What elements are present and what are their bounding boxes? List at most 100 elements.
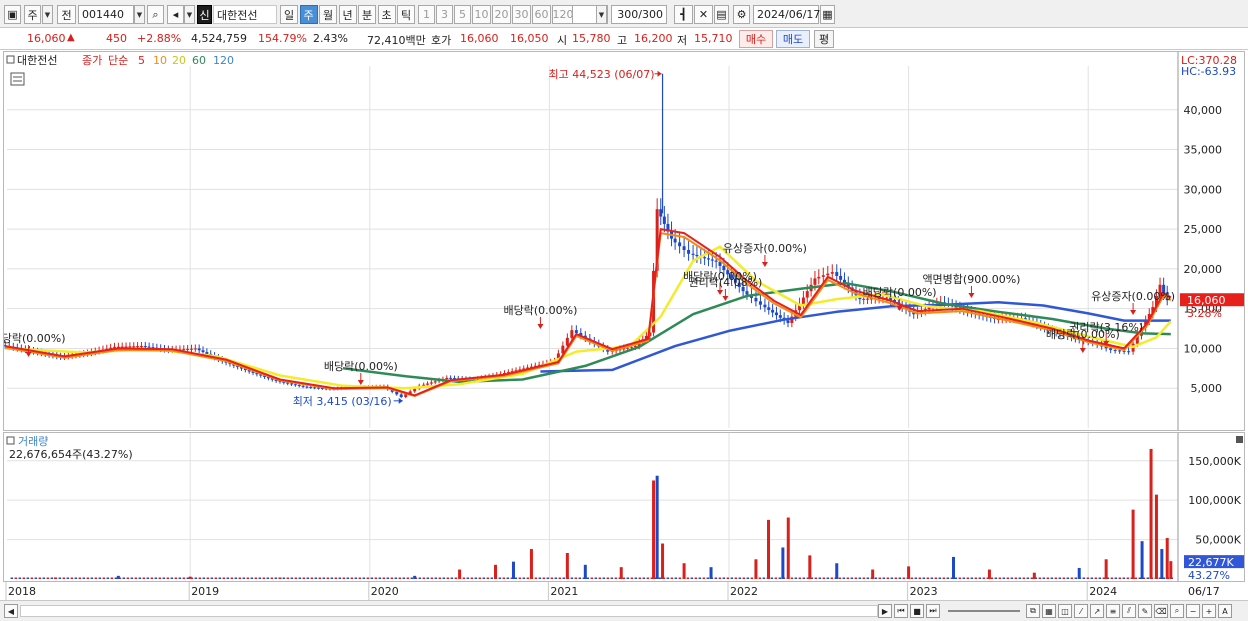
vol-bar [282,577,286,579]
prev-button[interactable]: 전 [57,5,76,24]
candle-body [778,315,782,318]
y-tick-label: 5,000 [1191,382,1223,395]
vol-bar [1030,577,1034,579]
vol-bar [1042,577,1046,579]
vol-bar [390,577,394,579]
stock-code-input[interactable]: 001440 [78,5,134,24]
vol-bar [370,577,374,579]
speaker-dropdown-icon[interactable]: ▼ [184,5,195,24]
window-menu-icon[interactable]: ▣ [4,5,21,24]
channel-tool-icon[interactable]: ⫽ [1122,604,1136,618]
vol-bar [762,577,766,579]
vol-bar [802,577,806,579]
vol-bar [346,577,350,579]
vol-bar [286,577,290,579]
tab-7[interactable]: 틱 [397,5,415,24]
data-count-field[interactable]: 300/300 [611,5,667,24]
vol-bar [274,577,278,579]
vol-bar [874,577,878,579]
interval-5[interactable]: 5 [454,5,471,24]
date-input[interactable]: 2024/06/17 [753,5,820,24]
jump-end-icon[interactable]: ⏭ [926,604,940,618]
fib-tool-icon[interactable]: ≡ [1106,604,1120,618]
scroll-left-icon[interactable]: ◀ [4,604,18,618]
vol-bar [246,577,250,579]
vol-bar [714,577,718,579]
volume-chart[interactable]: 50,000K 100,000K 150,000K 거래량22,676,654주(43… [4,433,1244,582]
vol-bar [694,577,698,579]
vol-y-tick-label: 150,000K [1188,455,1241,468]
price-chart-panel[interactable]: 5,000 10,000 15,000 20,000 25,000 30,000 35,00… [0,51,1245,431]
volume-chart-panel[interactable]: 50,000K 100,000K 150,000K 거래량 22,676,654주(43… [3,432,1245,582]
interval-dropdown-icon[interactable]: ▼ [596,5,607,24]
zoom-slider[interactable] [948,610,1020,612]
event-arrow-head [25,352,32,357]
trend-tool-icon[interactable]: ↗ [1090,604,1104,618]
tab-6[interactable]: 초 [377,5,396,24]
tab-4[interactable]: 년 [338,5,357,24]
line-tool-icon[interactable]: ⁄ [1074,604,1088,618]
tab-3[interactable]: 월 [319,5,337,24]
vol-bar [698,577,702,579]
vol-bar [1070,577,1074,579]
vol-bar [542,577,546,579]
interval-60[interactable]: 60 [532,5,551,24]
eval-button[interactable]: 평 [814,30,834,48]
vol-bar [278,577,282,579]
copy-icon[interactable]: ⧉ [1026,604,1040,618]
zoom-in-icon[interactable]: + [1202,604,1216,618]
vol-bar [962,577,966,579]
vol-bar [116,575,120,579]
calendar-icon[interactable]: ▦ [820,5,835,24]
chart-type-icon[interactable]: ┫ [674,5,693,24]
scroll-track[interactable] [20,605,878,617]
tab-5[interactable]: 분 [358,5,376,24]
vol-bar [1165,538,1169,579]
interval-1[interactable]: 1 [418,5,435,24]
vol-bar [474,577,478,579]
text-tool-icon[interactable]: A [1218,604,1232,618]
sell-button[interactable]: 매도 [776,30,810,48]
y-tick-label: 25,000 [1184,223,1223,236]
layout-icon[interactable]: ◫ [1058,604,1072,618]
main-toolbar: ▣ 주 ▼ 전 001440 ▼ ⌕ ◂ ▼ 신 대한전선 일주월년분초틱 13… [0,0,1248,28]
interval-20[interactable]: 20 [492,5,511,24]
zoom-out-icon[interactable]: − [1186,604,1200,618]
interval-120[interactable]: 120 [552,5,574,24]
buy-button[interactable]: 매수 [739,30,773,48]
tools-icon[interactable]: ✕ [694,5,713,24]
interval-30[interactable]: 30 [512,5,531,24]
vol-bar [462,577,466,579]
save-icon[interactable]: ▤ [714,5,729,24]
vol-bar [366,577,370,579]
gear-icon[interactable]: ⚙ [733,5,750,24]
vol-bar [907,566,911,579]
candle-body [570,330,574,338]
interval-10[interactable]: 10 [472,5,491,24]
candle-body [426,383,430,385]
scroll-right-icon[interactable]: ▶ [878,604,892,618]
hc-label: HC:-63.93 [1181,65,1236,78]
credit-badge: 신 [197,5,212,24]
vol-bar [302,577,306,579]
eraser-icon[interactable]: ⌫ [1154,604,1168,618]
vol-bar [594,577,598,579]
jump-start-icon[interactable]: ⏮ [894,604,908,618]
interval-3[interactable]: 3 [436,5,453,24]
period-unit-select[interactable]: 주 [24,5,41,24]
vol-bar [658,577,662,579]
vol-bar [690,577,694,579]
price-chart[interactable]: 5,00010,00015,00020,00025,00030,00035,00… [0,52,1244,430]
code-dropdown-icon[interactable]: ▼ [134,5,145,24]
search-icon[interactable]: ⌕ [147,5,164,24]
draw-tool-icon[interactable]: ✎ [1138,604,1152,618]
magnify-icon[interactable]: ⌕ [1170,604,1184,618]
stop-icon[interactable]: ■ [910,604,924,618]
vol-bar [830,577,834,579]
speaker-icon[interactable]: ◂ [167,5,184,24]
tab-1[interactable]: 일 [280,5,298,24]
tab-2[interactable]: 주 [299,5,318,24]
chevron-down-icon[interactable]: ▼ [42,5,53,24]
vol-bar [638,577,642,579]
grid-icon[interactable]: ▦ [1042,604,1056,618]
